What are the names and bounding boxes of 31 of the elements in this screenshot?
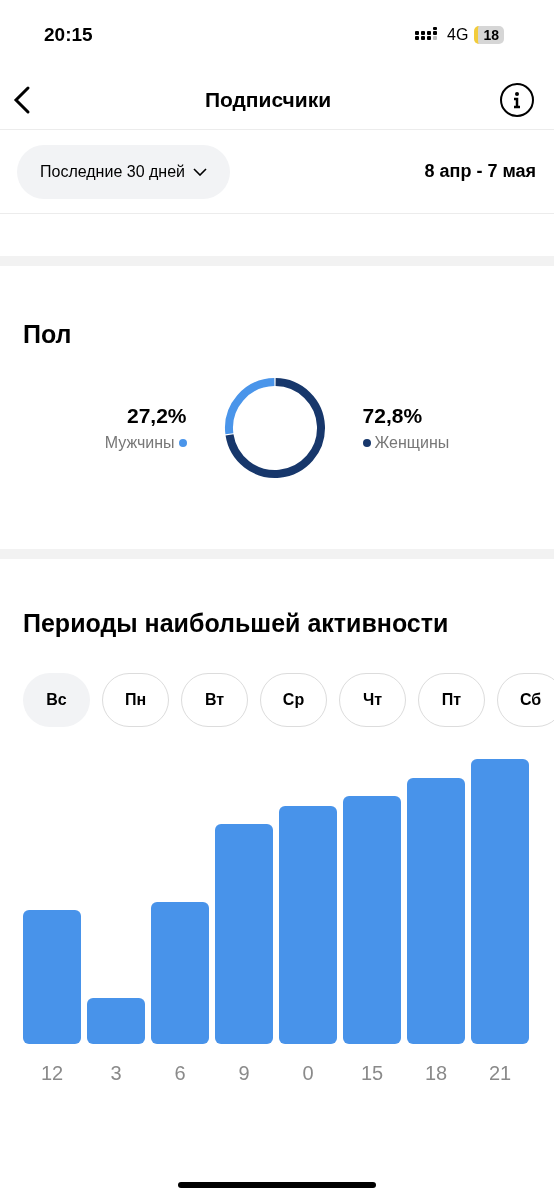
- hour-label: 9: [237, 1060, 251, 1086]
- legend-label: Женщины: [374, 433, 450, 454]
- percentage-value: 27,2%: [127, 402, 187, 429]
- battery-indicator: 18: [474, 26, 504, 44]
- hour-label: 0: [301, 1060, 315, 1086]
- info-button[interactable]: [500, 82, 534, 117]
- day-tab[interactable]: Ср: [260, 672, 327, 727]
- day-tab[interactable]: Сб: [497, 672, 554, 727]
- day-tab[interactable]: Пн: [102, 672, 169, 727]
- section-title: Периоды наибольшей активности: [22, 608, 450, 639]
- day-tab[interactable]: Вт: [181, 672, 248, 727]
- day-tab[interactable]: Вс: [23, 672, 90, 727]
- legend-label: Мужчины: [104, 433, 175, 454]
- page-title: Подписчики: [204, 86, 332, 113]
- date-range: 8 апр - 7 мая: [424, 160, 536, 183]
- activity-bar: [87, 997, 145, 1044]
- hour-label: 12: [39, 1060, 65, 1086]
- day-tab[interactable]: Чт: [339, 672, 406, 727]
- network-label: 4G: [447, 25, 469, 45]
- hour-label: 3: [109, 1060, 123, 1086]
- section-title: Пол: [23, 319, 73, 350]
- day-tab[interactable]: Пт: [418, 672, 485, 727]
- percentage-value: 72,8%: [362, 402, 423, 429]
- hour-label: 15: [359, 1060, 385, 1086]
- chevron-down-icon: [193, 167, 207, 176]
- info-icon: [513, 90, 521, 109]
- period-dropdown[interactable]: Последние 30 дней: [17, 144, 230, 199]
- hour-label: 21: [487, 1060, 513, 1086]
- hour-label: 18: [423, 1060, 449, 1086]
- hour-label: 6: [173, 1060, 187, 1086]
- status-time: 20:15: [44, 22, 93, 47]
